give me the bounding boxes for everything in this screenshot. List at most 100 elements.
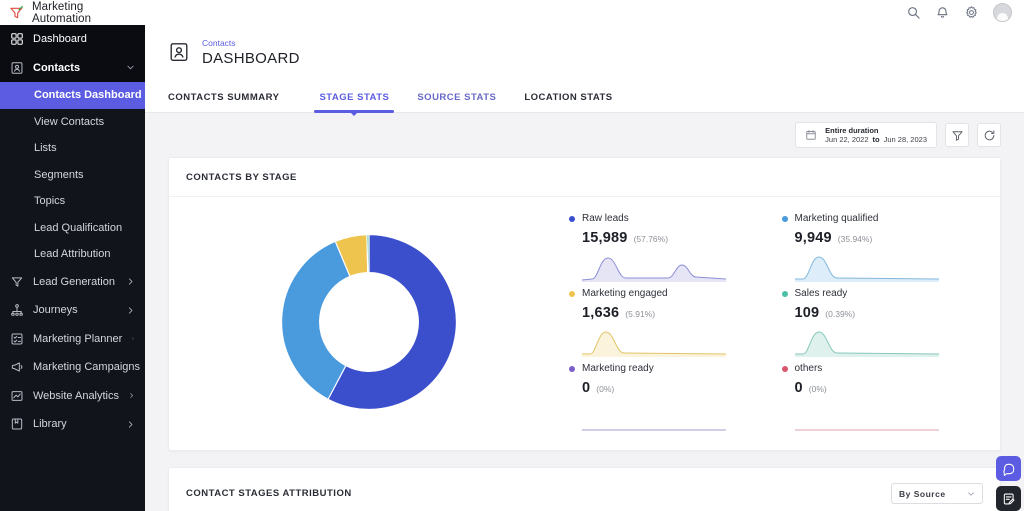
donut-slice[interactable] bbox=[367, 234, 369, 272]
sidebar-item-contacts-dashboard[interactable]: Contacts Dashboard bbox=[0, 82, 145, 109]
sidebar-item-label: Dashboard bbox=[33, 33, 135, 45]
date-range-dates: Jun 22, 2022 to Jun 28, 2023 bbox=[825, 135, 927, 144]
content-area: Entire duration Jun 22, 2022 to Jun 28, … bbox=[145, 113, 1024, 511]
stat-value: 0 bbox=[582, 380, 590, 396]
tab-contacts-summary[interactable]: CONTACTS SUMMARY bbox=[168, 92, 293, 112]
attribution-select[interactable]: By Source bbox=[891, 483, 983, 504]
sidebar-item-journeys[interactable]: Journeys bbox=[0, 296, 145, 325]
sidebar-item-lead-attribution[interactable]: Lead Attribution bbox=[0, 241, 145, 268]
sidebar-sub-label: Contacts Dashboard bbox=[34, 89, 142, 101]
top-bar: Marketing Automation bbox=[0, 0, 1024, 25]
search-icon[interactable] bbox=[906, 5, 921, 20]
stat-label: others bbox=[795, 363, 823, 374]
sidebar-item-label: Journeys bbox=[33, 304, 117, 316]
stat-others[interactable]: others 0 (0%) bbox=[782, 357, 967, 432]
contact-card-icon bbox=[10, 61, 24, 75]
stat-percent: (0%) bbox=[596, 384, 614, 394]
filter-icon bbox=[951, 129, 964, 142]
sparkline-svg bbox=[795, 402, 939, 432]
stat-value: 15,989 bbox=[582, 230, 628, 246]
sidebar: Dashboard Contacts Contacts Dashboard Vi… bbox=[0, 25, 145, 511]
tab-source-stats[interactable]: SOURCE STATS bbox=[403, 92, 510, 112]
stat-marketing-ready[interactable]: Marketing ready 0 (0%) bbox=[569, 357, 754, 432]
sidebar-item-website-analytics[interactable]: Website Analytics bbox=[0, 382, 145, 411]
avatar[interactable] bbox=[993, 3, 1012, 22]
sidebar-sub-label: Segments bbox=[34, 169, 84, 181]
sidebar-item-label: Marketing Campaigns bbox=[33, 361, 140, 373]
book-icon bbox=[10, 417, 24, 431]
marketing-automation-logo-icon bbox=[9, 5, 25, 21]
stat-sales-ready[interactable]: Sales ready 109 (0.39%) bbox=[782, 282, 967, 357]
sidebar-item-lists[interactable]: Lists bbox=[0, 135, 145, 162]
sidebar-item-lead-generation[interactable]: Lead Generation bbox=[0, 268, 145, 297]
chevron-right-icon bbox=[126, 306, 135, 315]
stat-marketing-engaged[interactable]: Marketing engaged 1,636 (5.91%) bbox=[569, 282, 754, 357]
sidebar-item-label: Contacts bbox=[33, 62, 117, 74]
sparkline bbox=[569, 396, 754, 432]
stat-label: Marketing qualified bbox=[795, 213, 879, 224]
date-to-word: to bbox=[873, 135, 880, 144]
bell-icon[interactable] bbox=[935, 5, 950, 20]
sidebar-item-lead-qualification[interactable]: Lead Qualification bbox=[0, 215, 145, 242]
sidebar-item-marketing-campaigns[interactable]: Marketing Campaigns bbox=[0, 353, 145, 382]
sidebar-item-dashboard[interactable]: Dashboard bbox=[0, 25, 145, 54]
checklist-icon bbox=[10, 332, 24, 346]
sidebar-item-topics[interactable]: Topics bbox=[0, 188, 145, 215]
chevron-right-icon bbox=[131, 334, 135, 343]
megaphone-icon bbox=[10, 360, 24, 374]
stat-header: Marketing ready bbox=[569, 363, 754, 374]
chat-fab[interactable] bbox=[996, 456, 1021, 481]
stat-header: Raw leads bbox=[569, 213, 754, 224]
stat-percent: (0%) bbox=[809, 384, 827, 394]
chevron-right-icon bbox=[126, 420, 135, 429]
legend-dot bbox=[569, 216, 575, 222]
donut-chart-svg bbox=[274, 227, 464, 417]
sidebar-sub-label: Topics bbox=[34, 195, 65, 207]
card-title: CONTACT STAGES ATTRIBUTION By Source bbox=[169, 468, 1000, 511]
donut-slice[interactable] bbox=[282, 241, 350, 399]
chevron-right-icon bbox=[126, 277, 135, 286]
notes-fab[interactable] bbox=[996, 486, 1021, 511]
sparkline bbox=[569, 246, 754, 282]
filter-button[interactable] bbox=[945, 123, 969, 147]
legend-dot bbox=[569, 291, 575, 297]
card-title: CONTACTS BY STAGE bbox=[169, 158, 1000, 197]
tab-location-stats[interactable]: LOCATION STATS bbox=[510, 92, 626, 112]
legend-dot bbox=[569, 366, 575, 372]
date-to: Jun 28, 2023 bbox=[884, 135, 927, 144]
sidebar-item-library[interactable]: Library bbox=[0, 410, 145, 439]
chevron-down-icon bbox=[967, 490, 975, 498]
sidebar-item-contacts[interactable]: Contacts bbox=[0, 54, 145, 83]
stat-marketing-qualified[interactable]: Marketing qualified 9,949 (35.94%) bbox=[782, 207, 967, 282]
breadcrumb-link-contacts[interactable]: Contacts bbox=[202, 38, 300, 48]
refresh-button[interactable] bbox=[977, 123, 1001, 147]
sitemap-icon bbox=[10, 303, 24, 317]
stat-header: others bbox=[782, 363, 967, 374]
sidebar-sub-label: Lead Attribution bbox=[34, 248, 110, 260]
sparkline-svg bbox=[582, 402, 726, 432]
top-bar-actions bbox=[906, 3, 1024, 22]
sparkline-svg bbox=[795, 252, 939, 282]
page-header: Contacts DASHBOARD bbox=[145, 25, 1024, 79]
stat-value: 109 bbox=[795, 305, 820, 321]
stat-label: Raw leads bbox=[582, 213, 629, 224]
stat-percent: (35.94%) bbox=[838, 234, 873, 244]
stat-values: 109 (0.39%) bbox=[782, 299, 967, 321]
card-title-text: CONTACT STAGES ATTRIBUTION bbox=[186, 488, 352, 499]
stat-percent: (0.39%) bbox=[825, 309, 855, 319]
sidebar-item-segments[interactable]: Segments bbox=[0, 162, 145, 189]
main-content: Contacts DASHBOARD CONTACTS SUMMARY STAG… bbox=[145, 25, 1024, 511]
sidebar-item-marketing-planner[interactable]: Marketing Planner bbox=[0, 325, 145, 354]
sparkline-svg bbox=[582, 327, 726, 357]
sparkline-svg bbox=[795, 327, 939, 357]
stat-raw-leads[interactable]: Raw leads 15,989 (57.76%) bbox=[569, 207, 754, 282]
tab-stage-stats[interactable]: STAGE STATS bbox=[305, 92, 403, 112]
card-body: Raw leads 15,989 (57.76%) bbox=[169, 197, 1000, 450]
sidebar-item-view-contacts[interactable]: View Contacts bbox=[0, 109, 145, 136]
stat-values: 15,989 (57.76%) bbox=[569, 224, 754, 246]
brand[interactable]: Marketing Automation bbox=[0, 1, 145, 25]
date-range-text: Entire duration Jun 22, 2022 to Jun 28, … bbox=[825, 126, 927, 144]
chevron-down-icon bbox=[126, 63, 135, 72]
gear-icon[interactable] bbox=[964, 5, 979, 20]
date-range-picker[interactable]: Entire duration Jun 22, 2022 to Jun 28, … bbox=[795, 122, 937, 148]
